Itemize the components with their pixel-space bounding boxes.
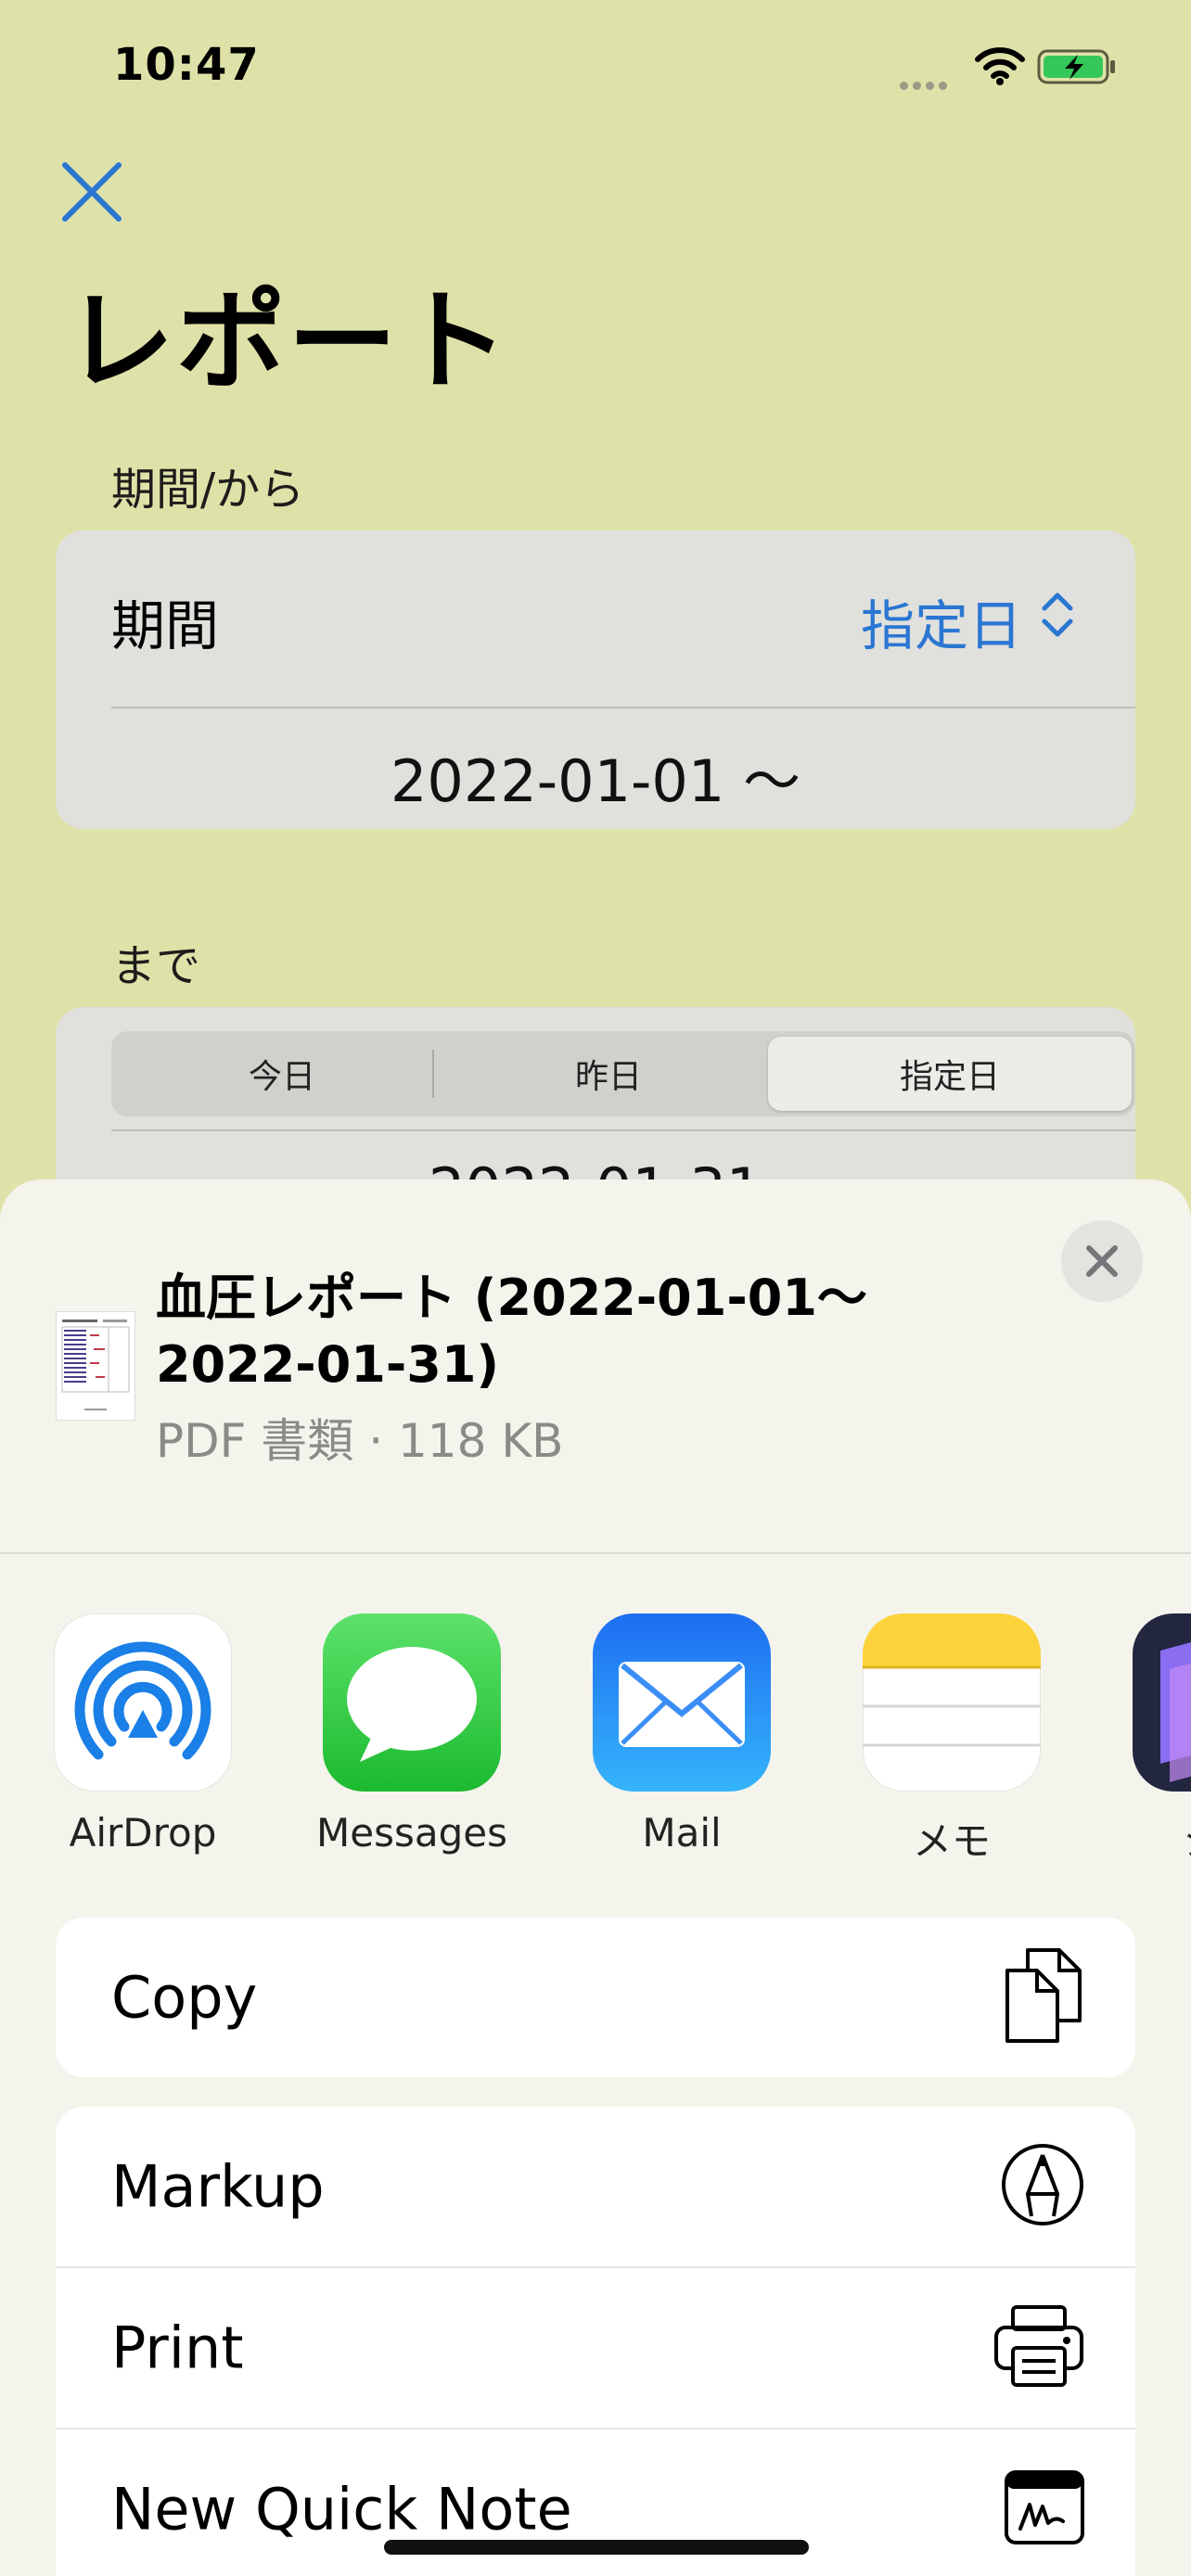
markup-label: Markup xyxy=(111,2152,325,2221)
markup-action[interactable]: Markup xyxy=(56,2107,1135,2266)
app-label-airdrop: AirDrop xyxy=(69,1810,217,1855)
journal-icon xyxy=(1160,1642,1191,1782)
copy-action-group: Copy xyxy=(56,1918,1135,2077)
journal-app-button[interactable] xyxy=(1133,1613,1191,1792)
airdrop-app-button[interactable] xyxy=(54,1613,232,1792)
home-indicator[interactable] xyxy=(384,2540,809,2555)
notes-icon xyxy=(863,1613,1041,1747)
app-label-messages: Messages xyxy=(316,1810,507,1855)
divider xyxy=(111,707,1135,708)
status-time: 10:47 xyxy=(113,39,260,91)
quick-note-icon xyxy=(1004,2469,1085,2549)
from-date[interactable]: 2022-01-01 〜 xyxy=(56,734,1135,818)
divider xyxy=(0,1552,1191,1554)
segment-specified-date[interactable]: 指定日 xyxy=(779,1031,1121,1116)
print-label: Print xyxy=(111,2314,244,2382)
chevron-up-down-icon xyxy=(1039,588,1076,655)
actions-group: Markup Print New Quick Note xyxy=(56,2107,1135,2576)
to-section-label: まで xyxy=(111,940,201,992)
close-icon xyxy=(1086,1245,1118,1277)
period-value: 指定日 xyxy=(860,594,1022,657)
mail-app-button[interactable] xyxy=(593,1613,771,1792)
close-sheet-button[interactable] xyxy=(1061,1220,1143,1302)
battery-charging-icon xyxy=(1037,48,1117,89)
period-picker[interactable]: 指定日 xyxy=(861,582,1076,660)
print-action[interactable]: Print xyxy=(56,2268,1135,2428)
share-document-subtitle: PDF 書類 · 118 KB xyxy=(156,1414,564,1468)
day-segmented-control: 今日 昨日 指定日 xyxy=(111,1031,1135,1116)
wifi-icon xyxy=(974,46,1026,89)
mail-icon xyxy=(619,1662,745,1747)
messages-icon xyxy=(347,1647,477,1762)
segment-today[interactable]: 今日 xyxy=(111,1031,453,1116)
copy-action[interactable]: Copy xyxy=(56,1918,1135,2077)
app-label-journal: ジャ xyxy=(1101,1810,1191,1867)
airdrop-icon xyxy=(74,1641,211,1760)
copy-icon xyxy=(1002,1945,1085,2050)
pdf-thumbnail xyxy=(56,1311,135,1421)
quick-note-label: New Quick Note xyxy=(111,2475,572,2544)
segment-yesterday[interactable]: 昨日 xyxy=(438,1031,779,1116)
notes-app-button[interactable] xyxy=(863,1613,1041,1792)
cellular-signal-icon xyxy=(900,76,952,94)
period-card: 期間 指定日 2022-01-01 〜 xyxy=(56,530,1135,829)
from-section-label: 期間/から xyxy=(111,464,305,516)
messages-app-button[interactable] xyxy=(323,1613,501,1792)
share-sheet: 血圧レポート (2022-01-01〜 2022-01-31) PDF 書類 ·… xyxy=(0,1180,1191,2576)
printer-icon xyxy=(992,2303,1085,2392)
app-label-notes: メモ xyxy=(912,1818,991,1864)
markup-icon xyxy=(1000,2142,1085,2231)
page-title: レポート xyxy=(65,277,511,405)
close-icon[interactable] xyxy=(59,159,124,228)
divider xyxy=(111,1129,1135,1131)
copy-label: Copy xyxy=(111,1963,258,2032)
share-document-title: 血圧レポート (2022-01-01〜 2022-01-31) xyxy=(156,1269,867,1394)
period-label: 期間 xyxy=(111,594,220,657)
app-label-mail: Mail xyxy=(642,1810,722,1855)
